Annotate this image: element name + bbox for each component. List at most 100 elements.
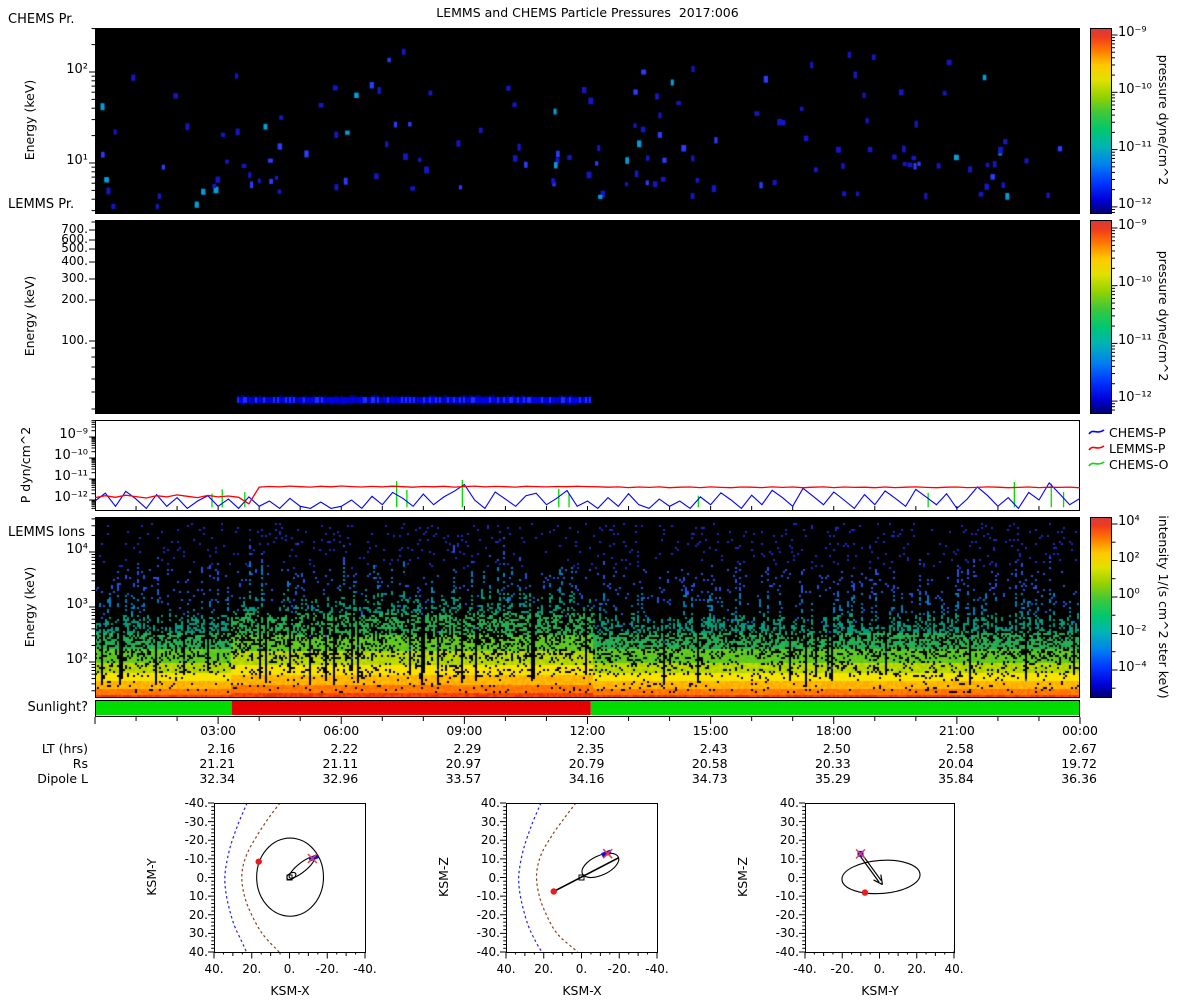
figure-root: LEMMS and CHEMS Particle Pressures 2017:… bbox=[0, 0, 1200, 1000]
row-value: 20.97 bbox=[445, 756, 482, 771]
orbit-y-tick-label: 10. bbox=[779, 851, 799, 866]
energy-tick-label: 10⁴ bbox=[66, 542, 88, 557]
colorbar-title-pressure-2: pressure dyne/cm^2 bbox=[1156, 250, 1171, 382]
row-value: 20.58 bbox=[691, 756, 728, 771]
orbit-y-tick-label: -20. bbox=[184, 833, 208, 848]
energy-tick-label: 100. bbox=[61, 333, 88, 347]
row-value: 2.67 bbox=[1069, 741, 1097, 756]
panel-label-sunlight: Sunlight? bbox=[27, 700, 88, 715]
time-label-15:00: 15:00 bbox=[692, 723, 729, 738]
orbit-y-tick-label: -30. bbox=[476, 926, 500, 941]
legend-item-chems-o: CHEMS-O bbox=[1088, 456, 1168, 472]
energy-tick-label: 10² bbox=[66, 62, 88, 77]
pressure-tick-label: 10⁻¹¹ bbox=[54, 469, 88, 484]
colorbar-tick-label: 10⁻¹¹ bbox=[1118, 140, 1152, 155]
orbit-y-tick-label: -10. bbox=[476, 889, 500, 904]
pressure-line-series bbox=[95, 479, 1080, 510]
panel-label-chems: CHEMS Pr. bbox=[8, 12, 75, 27]
time-label-21:00: 21:00 bbox=[938, 723, 975, 738]
orbit-y-tick-label: -20. bbox=[775, 907, 799, 922]
row-value: 21.21 bbox=[199, 756, 236, 771]
legend-label: LEMMS-P bbox=[1109, 440, 1166, 456]
time-label-03:00: 03:00 bbox=[200, 723, 237, 738]
orbit-y-tick-label: 20. bbox=[779, 833, 799, 848]
row-value: 2.22 bbox=[330, 741, 359, 756]
energy-tick-label: 10¹ bbox=[66, 153, 88, 168]
row-value: 20.04 bbox=[938, 756, 974, 771]
colorbar-title-pressure-1: pressure dyne/cm^2 bbox=[1156, 54, 1171, 186]
colorbar-tick-label: 10⁻¹¹ bbox=[1118, 333, 1152, 348]
row-value: 2.16 bbox=[207, 741, 236, 756]
legend-swatch-icon bbox=[1088, 461, 1105, 467]
orbit_ksmx_ksmz bbox=[500, 802, 658, 959]
row-label-lt: LT (hrs) bbox=[41, 741, 88, 756]
row-value: 36.36 bbox=[1061, 771, 1097, 786]
orbit-y-tick-label: 20. bbox=[188, 907, 208, 922]
legend-item-lemms-p: LEMMS-P bbox=[1088, 440, 1168, 456]
orbit-y-tick-label: -30. bbox=[184, 814, 208, 829]
row-value: 2.58 bbox=[946, 741, 974, 756]
row-value: 21.11 bbox=[322, 756, 359, 771]
colorbar-title-intensity: intensity 1/(s cm^2 ster keV) bbox=[1156, 515, 1171, 699]
orbit-y-tick-label: 40. bbox=[480, 796, 500, 810]
colorbar-tick-label: 10⁻¹⁰ bbox=[1118, 82, 1152, 97]
row-value: 32.96 bbox=[322, 771, 359, 786]
pressure-axis-title: P dyn/cm^2 bbox=[18, 426, 33, 504]
orbit_ksmx_ksmy bbox=[208, 802, 366, 959]
row-value: 2.50 bbox=[822, 741, 851, 756]
energy-axis-title-3: Energy (keV) bbox=[22, 566, 37, 648]
intensity-colorbar bbox=[1090, 517, 1112, 697]
row-value: 35.29 bbox=[814, 771, 851, 786]
sunlight-bar bbox=[95, 700, 1080, 717]
energy-tick-label: 400. bbox=[61, 254, 88, 268]
pressure-tick-label: 10⁻¹⁰ bbox=[54, 448, 88, 463]
orbit-y-tick-label: 0. bbox=[488, 870, 500, 885]
colorbar-tick-label: 10⁻⁹ bbox=[1118, 218, 1147, 233]
lemms-pressure-spectrogram bbox=[95, 220, 1080, 413]
energy-axis-title-2: Energy (keV) bbox=[22, 275, 37, 357]
orbit-y-tick-label: -20. bbox=[476, 907, 500, 922]
row-value: 34.73 bbox=[691, 771, 728, 786]
energy-tick-label: 200. bbox=[61, 292, 88, 306]
energy-tick-label: 300. bbox=[61, 271, 88, 285]
chems-pressure-spectrogram bbox=[95, 28, 1080, 213]
orbit-y-tick-label: 0. bbox=[196, 870, 208, 885]
pressure-tick-label: 10⁻⁹ bbox=[59, 427, 88, 442]
row-value: 32.34 bbox=[199, 771, 236, 786]
colorbar-tick-label: 10⁻² bbox=[1118, 623, 1147, 639]
row-value: 2.29 bbox=[453, 741, 482, 756]
orbit_ksmy_ksmz bbox=[799, 802, 955, 959]
lemms-ions-spectrogram bbox=[95, 517, 1080, 697]
energy-axis-title-1: Energy (keV) bbox=[22, 79, 37, 161]
time-label-09:00: 09:00 bbox=[446, 723, 483, 738]
orbit-y-tick-label: -10. bbox=[775, 889, 799, 904]
line-legend: CHEMS-P LEMMS-P CHEMS-O bbox=[1088, 424, 1168, 472]
row-value: 33.57 bbox=[445, 771, 482, 786]
pressure-tick-label: 10⁻¹² bbox=[54, 490, 88, 505]
panel-label-lemms: LEMMS Pr. bbox=[8, 197, 75, 212]
pressure-colorbar-1 bbox=[1090, 28, 1112, 213]
row-value: 19.72 bbox=[1061, 756, 1097, 771]
row-value: 35.84 bbox=[938, 771, 974, 786]
legend-label: CHEMS-P bbox=[1109, 424, 1166, 440]
page-title: LEMMS and CHEMS Particle Pressures 2017:… bbox=[436, 5, 739, 20]
colorbar-tick-label: 10⁰ bbox=[1118, 587, 1140, 602]
energy-tick-label: 500. bbox=[61, 241, 88, 255]
legend-label: CHEMS-O bbox=[1109, 456, 1169, 472]
time-label-00:00: 00:00 bbox=[1061, 723, 1099, 738]
pressure-colorbar-2 bbox=[1090, 220, 1112, 413]
orbit1-y-title: KSM-Y bbox=[144, 858, 159, 896]
orbit-y-tick-label: -40. bbox=[775, 945, 799, 959]
orbit2-y-title: KSM-Z bbox=[436, 857, 451, 897]
orbit-y-tick-label: 40. bbox=[779, 796, 799, 810]
colorbar-tick-label: 10⁻⁴ bbox=[1118, 660, 1147, 675]
colorbar-tick-label: 10⁻¹² bbox=[1118, 390, 1152, 405]
orbit-y-tick-label: 30. bbox=[779, 814, 799, 829]
legend-swatch-icon bbox=[1088, 445, 1105, 451]
colorbar-tick-label: 10⁻⁹ bbox=[1118, 25, 1147, 40]
orbit-x-tick-label: -40. bbox=[353, 962, 377, 976]
orbit-x-tick-label: 40. bbox=[944, 962, 964, 976]
row-label-rs: Rs bbox=[72, 756, 88, 771]
orbit-y-tick-label: -40. bbox=[184, 796, 208, 810]
row-value: 34.16 bbox=[568, 771, 605, 786]
